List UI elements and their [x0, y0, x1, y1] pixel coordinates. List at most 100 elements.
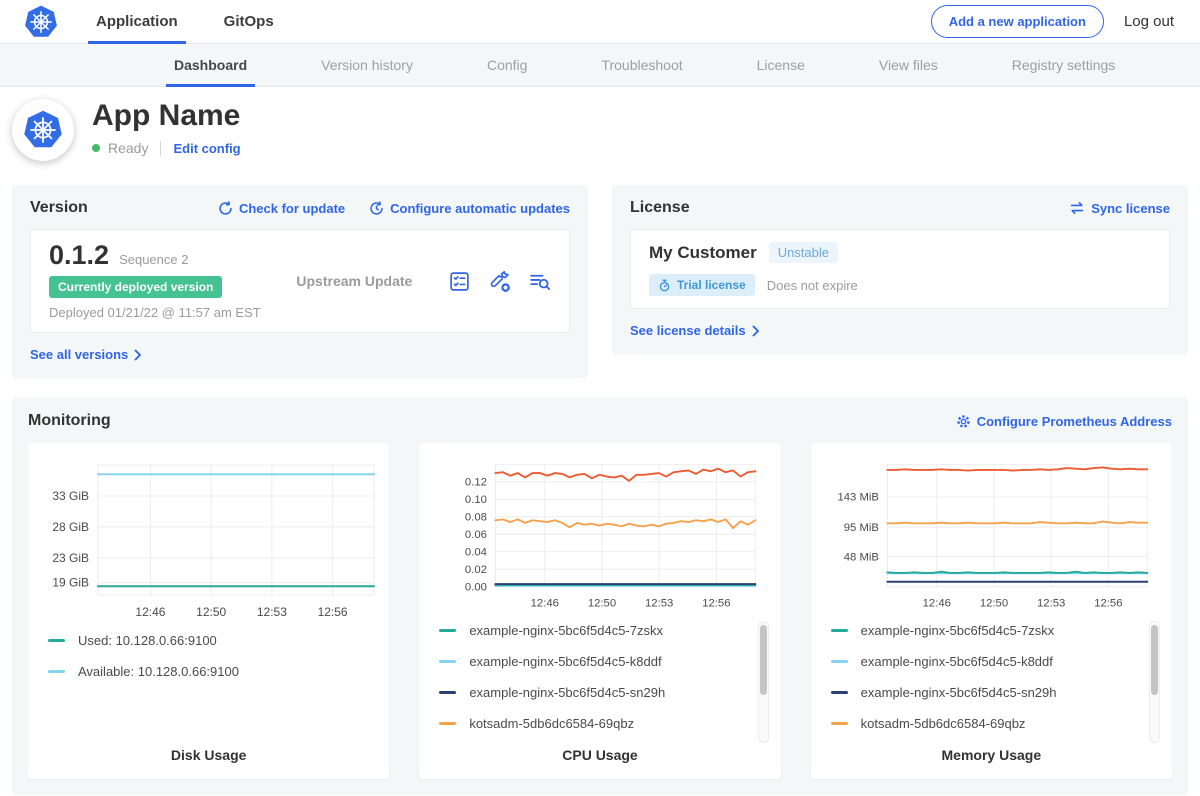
disk-usage-chart: 33 GiB28 GiB23 GiB19 GiB12:4612:5012:531… — [36, 453, 380, 625]
memory-usage-legend: example-nginx-5bc6f5d4c5-7zskx example-ng… — [831, 623, 1142, 731]
version-source-label: Upstream Update — [261, 273, 448, 289]
expiry-label: Does not expire — [767, 278, 858, 293]
channel-badge: Unstable — [769, 242, 838, 263]
topnav-right: Add a new application Log out — [931, 0, 1174, 43]
see-license-details-link[interactable]: See license details — [630, 323, 760, 338]
svg-text:19 GiB: 19 GiB — [52, 576, 89, 590]
auto-update-clock-icon — [369, 201, 384, 216]
add-new-application-button[interactable]: Add a new application — [931, 5, 1104, 38]
legend-label: example-nginx-5bc6f5d4c5-sn29h — [861, 685, 1057, 700]
svg-text:12:50: 12:50 — [979, 598, 1007, 610]
configure-automatic-updates-link[interactable]: Configure automatic updates — [369, 201, 570, 216]
topnav-tab-label: Application — [96, 13, 178, 30]
logout-button[interactable]: Log out — [1124, 13, 1174, 30]
version-card: Version Check for update — [12, 185, 588, 378]
legend-label: Used: 10.128.0.66:9100 — [78, 633, 217, 648]
license-type-label: Trial license — [677, 278, 746, 292]
chart-title: Memory Usage — [819, 747, 1164, 767]
page-title: App Name — [92, 101, 241, 131]
legend-item: kotsadm-5db6dc6584-69qbz — [831, 716, 1142, 731]
legend-item: example-nginx-5bc6f5d4c5-sn29h — [439, 685, 750, 700]
divider — [160, 141, 161, 156]
svg-text:28 GiB: 28 GiB — [52, 520, 89, 534]
legend-swatch — [831, 722, 848, 725]
config-wrench-icon[interactable] — [488, 270, 511, 293]
gear-icon — [956, 414, 971, 429]
legend-swatch — [439, 691, 456, 694]
legend-item: kotsadm-5db6dc6584-69qbz — [439, 716, 750, 731]
legend-scrollbar-thumb[interactable] — [760, 625, 767, 695]
svg-text:0.06: 0.06 — [465, 529, 487, 541]
legend-item: example-nginx-5bc6f5d4c5-k8ddf — [831, 654, 1142, 669]
sequence-label: Sequence 2 — [119, 252, 188, 267]
svg-text:23 GiB: 23 GiB — [52, 551, 89, 565]
preflight-checklist-icon[interactable] — [448, 270, 471, 293]
svg-text:95 MiB: 95 MiB — [843, 522, 878, 534]
svg-text:12:50: 12:50 — [196, 605, 226, 619]
legend-label: example-nginx-5bc6f5d4c5-7zskx — [469, 623, 663, 638]
legend-scrollbar — [1149, 621, 1160, 743]
app-sub-nav: Dashboard Version history Config Trouble… — [0, 44, 1200, 87]
deployed-timestamp: Deployed 01/21/22 @ 11:57 am EST — [49, 305, 261, 320]
memory-usage-chart-card: 143 MiB95 MiB48 MiB12:4612:5012:5312:56 … — [811, 443, 1172, 779]
legend-label: example-nginx-5bc6f5d4c5-sn29h — [469, 685, 665, 700]
legend-item: example-nginx-5bc6f5d4c5-7zskx — [831, 623, 1142, 638]
license-card-title: License — [630, 199, 690, 217]
license-panel: My Customer Unstable Trial license Does … — [630, 229, 1170, 309]
version-number: 0.1.2 — [49, 242, 109, 269]
tab-dashboard[interactable]: Dashboard — [166, 44, 255, 86]
view-diff-logs-icon[interactable] — [528, 270, 551, 293]
legend-swatch — [439, 722, 456, 725]
legend-scrollbar — [758, 621, 769, 743]
tab-config[interactable]: Config — [479, 44, 535, 86]
tab-version-history[interactable]: Version history — [313, 44, 421, 86]
svg-text:0.00: 0.00 — [465, 582, 487, 594]
configure-prometheus-link[interactable]: Configure Prometheus Address — [956, 414, 1172, 429]
legend-item: example-nginx-5bc6f5d4c5-sn29h — [831, 685, 1142, 700]
legend-item: Available: 10.128.0.66:9100 — [48, 664, 359, 679]
cards-row: Version Check for update — [0, 175, 1200, 394]
license-type-badge: Trial license — [649, 274, 755, 296]
svg-text:0.04: 0.04 — [465, 547, 487, 559]
sync-license-link[interactable]: Sync license — [1069, 200, 1170, 216]
cpu-usage-chart: 0.120.100.080.060.040.020.0012:4612:5012… — [427, 453, 771, 615]
svg-text:0.10: 0.10 — [465, 494, 487, 506]
tab-troubleshoot[interactable]: Troubleshoot — [593, 44, 690, 86]
chevron-right-icon — [752, 325, 760, 337]
legend-label: Available: 10.128.0.66:9100 — [78, 664, 239, 679]
app-avatar — [12, 99, 74, 161]
edit-config-link[interactable]: Edit config — [173, 141, 240, 156]
svg-text:12:53: 12:53 — [645, 598, 673, 610]
legend-swatch — [831, 629, 848, 632]
svg-text:12:53: 12:53 — [257, 605, 287, 619]
legend-item: example-nginx-5bc6f5d4c5-7zskx — [439, 623, 750, 638]
link-label: Sync license — [1091, 201, 1170, 216]
link-label: See all versions — [30, 347, 128, 362]
svg-text:0.08: 0.08 — [465, 512, 487, 524]
see-all-versions-link[interactable]: See all versions — [30, 347, 142, 362]
legend-label: example-nginx-5bc6f5d4c5-7zskx — [861, 623, 1055, 638]
app-header: App Name Ready Edit config — [0, 87, 1200, 175]
tab-view-files[interactable]: View files — [871, 44, 946, 86]
stopwatch-icon — [658, 279, 671, 292]
tab-license[interactable]: License — [749, 44, 813, 86]
svg-text:12:46: 12:46 — [922, 598, 950, 610]
legend-scrollbar-thumb[interactable] — [1151, 625, 1158, 695]
top-nav: Application GitOps Add a new application… — [0, 0, 1200, 44]
legend-label: example-nginx-5bc6f5d4c5-k8ddf — [861, 654, 1053, 669]
topnav-tab-application[interactable]: Application — [92, 0, 182, 43]
link-label: Configure Prometheus Address — [977, 414, 1172, 429]
legend-swatch — [439, 629, 456, 632]
chevron-right-icon — [134, 349, 142, 361]
chart-title: CPU Usage — [427, 747, 772, 767]
disk-usage-chart-card: 33 GiB28 GiB23 GiB19 GiB12:4612:5012:531… — [28, 443, 389, 779]
legend-item: example-nginx-5bc6f5d4c5-k8ddf — [439, 654, 750, 669]
svg-text:48 MiB: 48 MiB — [843, 551, 878, 563]
check-for-update-link[interactable]: Check for update — [218, 201, 345, 216]
topnav-tab-gitops[interactable]: GitOps — [220, 0, 278, 43]
tab-registry-settings[interactable]: Registry settings — [1004, 44, 1123, 86]
chart-title: Disk Usage — [36, 747, 381, 767]
customer-name: My Customer — [649, 243, 757, 263]
disk-usage-legend: Used: 10.128.0.66:9100 Available: 10.128.… — [48, 633, 359, 679]
cpu-usage-legend: example-nginx-5bc6f5d4c5-7zskx example-ng… — [439, 623, 750, 731]
